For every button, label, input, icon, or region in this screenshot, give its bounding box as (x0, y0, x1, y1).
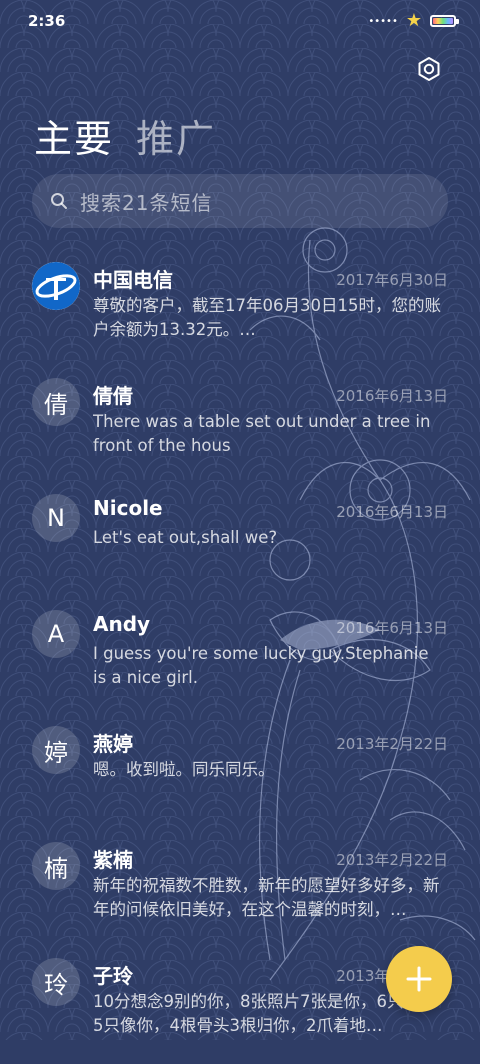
battery-level-fill (433, 18, 453, 24)
message-preview: 嗯。收到啦。同乐同乐。 (93, 760, 275, 779)
conversation-item[interactable]: 倩 倩倩 2016年6月13日 There was a table set ou… (0, 368, 480, 484)
conversation-item[interactable]: 婷 燕婷 2013年2月22日 嗯。收到啦。同乐同乐。 (0, 716, 480, 832)
avatar: 玲 (32, 958, 80, 1006)
avatar: 楠 (32, 842, 80, 890)
tab-bar: 主要 推广 (34, 108, 216, 163)
message-date: 2013年2月22日 (336, 851, 448, 869)
avatar: A (32, 610, 80, 658)
china-telecom-logo-avatar (32, 262, 80, 310)
battery-icon (430, 15, 459, 27)
contact-name: 子玲 (93, 964, 133, 988)
search-placeholder: 搜索21条短信 (80, 190, 213, 215)
status-time: 2:36 (28, 12, 66, 30)
status-bar: 2:36 ••••• ★ (0, 0, 480, 42)
contact-name: 倩倩 (93, 384, 133, 408)
conversation-item[interactable]: N Nicole 2016年6月13日 Let's eat out,shall … (0, 484, 480, 600)
contact-name: 中国电信 (93, 268, 173, 292)
search-icon (51, 193, 67, 209)
settings-button[interactable] (414, 54, 444, 84)
message-preview: 尊敬的客户，截至17年06月30日15时，您的账户余额为13.32元。… (93, 296, 441, 339)
message-preview: There was a table set out under a tree i… (93, 412, 431, 455)
signal-icon: ••••• (368, 15, 398, 27)
contact-name: Nicole (93, 496, 163, 520)
message-date: 2016年6月13日 (336, 503, 448, 521)
status-icons: ••••• ★ (368, 10, 459, 31)
search-input[interactable]: 搜索21条短信 (32, 174, 448, 228)
conversation-item[interactable]: 中国电信 2017年6月30日 尊敬的客户，截至17年06月30日15时，您的账… (0, 252, 480, 368)
plus-icon (406, 966, 432, 992)
avatar: 倩 (32, 378, 80, 426)
conversation-list: 中国电信 2017年6月30日 尊敬的客户，截至17年06月30日15时，您的账… (0, 252, 480, 1064)
message-date: 2016年6月13日 (336, 387, 448, 405)
message-preview: I guess you're some lucky guy.Stephanie … (93, 644, 429, 687)
message-date: 2013年2月22日 (336, 735, 448, 753)
tab-primary[interactable]: 主要 (34, 108, 114, 163)
message-date: 2016年6月13日 (336, 619, 448, 637)
contact-name: 紫楠 (93, 848, 133, 872)
conversation-item[interactable]: 楠 紫楠 2013年2月22日 新年的祝福数不胜数，新年的愿望好多好多，新年的问… (0, 832, 480, 948)
conversation-item[interactable]: A Andy 2016年6月13日 I guess you're some lu… (0, 600, 480, 716)
tab-promotions[interactable]: 推广 (136, 108, 216, 163)
contact-name: Andy (93, 612, 151, 636)
compose-button[interactable] (386, 946, 452, 1012)
contact-name: 燕婷 (93, 732, 133, 756)
china-telecom-logo-icon (32, 262, 80, 310)
avatar: N (32, 494, 80, 542)
avatar: 婷 (32, 726, 80, 774)
message-date: 2017年6月30日 (336, 271, 448, 289)
message-preview: 新年的祝福数不胜数，新年的愿望好多好多，新年的问候依旧美好，在这个温馨的时刻，… (93, 876, 440, 919)
message-preview: Let's eat out,shall we? (93, 528, 278, 547)
gear-icon (418, 57, 440, 81)
star-notification-icon: ★ (405, 10, 422, 31)
